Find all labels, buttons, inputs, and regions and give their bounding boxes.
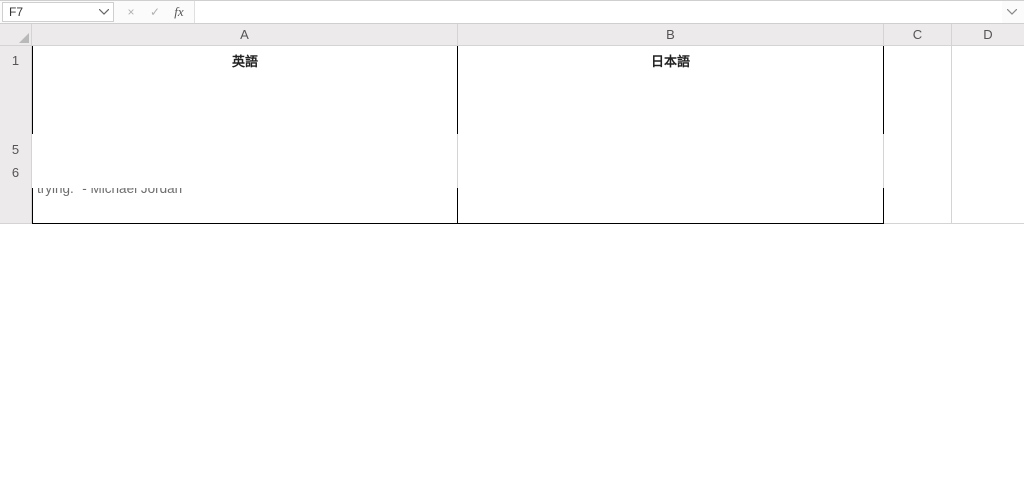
select-all-corner[interactable]	[0, 24, 32, 46]
col-header-B[interactable]: B	[458, 24, 884, 46]
name-box[interactable]	[2, 2, 114, 22]
formula-input[interactable]	[194, 1, 1002, 23]
formula-bar-buttons: × ✓ fx	[122, 3, 188, 21]
accept-button[interactable]: ✓	[146, 3, 164, 21]
col-header-D[interactable]: D	[952, 24, 1024, 46]
formula-bar: × ✓ fx	[0, 0, 1024, 24]
col-header-C[interactable]: C	[884, 24, 952, 46]
fx-button[interactable]: fx	[170, 3, 188, 21]
spreadsheet-grid[interactable]: A B C D 1 英語 日本語 2 Let me introduce some…	[0, 24, 1024, 178]
col-header-A[interactable]: A	[32, 24, 458, 46]
formula-bar-expand-icon[interactable]	[1002, 9, 1022, 15]
cell-D6[interactable]	[952, 156, 1024, 188]
cell-C6[interactable]	[884, 156, 952, 188]
row-header-6[interactable]: 6	[0, 156, 32, 188]
cell-A6[interactable]	[32, 156, 458, 188]
name-box-input[interactable]	[2, 2, 114, 22]
cell-B6[interactable]	[458, 156, 884, 188]
cancel-button[interactable]: ×	[122, 3, 140, 21]
